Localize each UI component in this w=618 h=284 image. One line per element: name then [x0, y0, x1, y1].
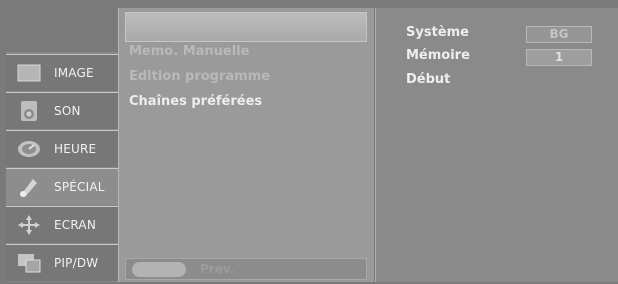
menu-item-image[interactable]: IMAGE	[6, 54, 118, 91]
system-value-field[interactable]: BG	[526, 26, 592, 43]
memory-value-field[interactable]: 1	[526, 49, 592, 66]
submenu-header-bar	[125, 12, 367, 42]
system-label: Système	[406, 25, 469, 40]
special-icon	[16, 176, 42, 198]
menu-item-label: SON	[54, 104, 81, 118]
submenu-item-manual-memo[interactable]: Memo. Manuelle	[129, 44, 249, 59]
prev-label: Prev.	[200, 262, 235, 276]
submenu-item-program-edit[interactable]: Edition programme	[129, 69, 270, 84]
memory-label: Mémoire	[406, 48, 470, 63]
menu-item-heure[interactable]: HEURE	[6, 130, 118, 167]
tv-osd-screen: IMAGE SON HEURE SPÉCIAL ECRAN PIP/DW Mem…	[0, 0, 618, 284]
settings-panel: Système BG Mémoire 1 Début	[375, 8, 618, 282]
category-menu: IMAGE SON HEURE SPÉCIAL ECRAN PIP/DW	[6, 52, 118, 282]
prev-bar[interactable]: Prev.	[125, 258, 367, 280]
menu-item-son[interactable]: SON	[6, 92, 118, 129]
picture-icon	[16, 62, 42, 84]
speaker-icon	[16, 100, 42, 122]
submenu-panel: Memo. Manuelle Edition programme Chaînes…	[118, 8, 374, 282]
menu-item-label: PIP/DW	[54, 256, 99, 270]
screen-arrows-icon	[16, 214, 42, 236]
menu-item-pipdw[interactable]: PIP/DW	[6, 244, 118, 281]
prev-button-icon	[132, 261, 186, 277]
clock-icon	[16, 138, 42, 160]
menu-item-ecran[interactable]: ECRAN	[6, 206, 118, 243]
menu-item-special[interactable]: SPÉCIAL	[6, 168, 118, 205]
submenu-item-favorite-channels[interactable]: Chaînes préférées	[129, 94, 262, 109]
menu-item-label: HEURE	[54, 142, 97, 156]
start-button[interactable]: Début	[406, 72, 450, 87]
menu-item-label: SPÉCIAL	[54, 180, 105, 194]
menu-item-label: ECRAN	[54, 218, 96, 232]
menu-item-label: IMAGE	[54, 66, 94, 80]
pip-icon	[16, 252, 42, 274]
